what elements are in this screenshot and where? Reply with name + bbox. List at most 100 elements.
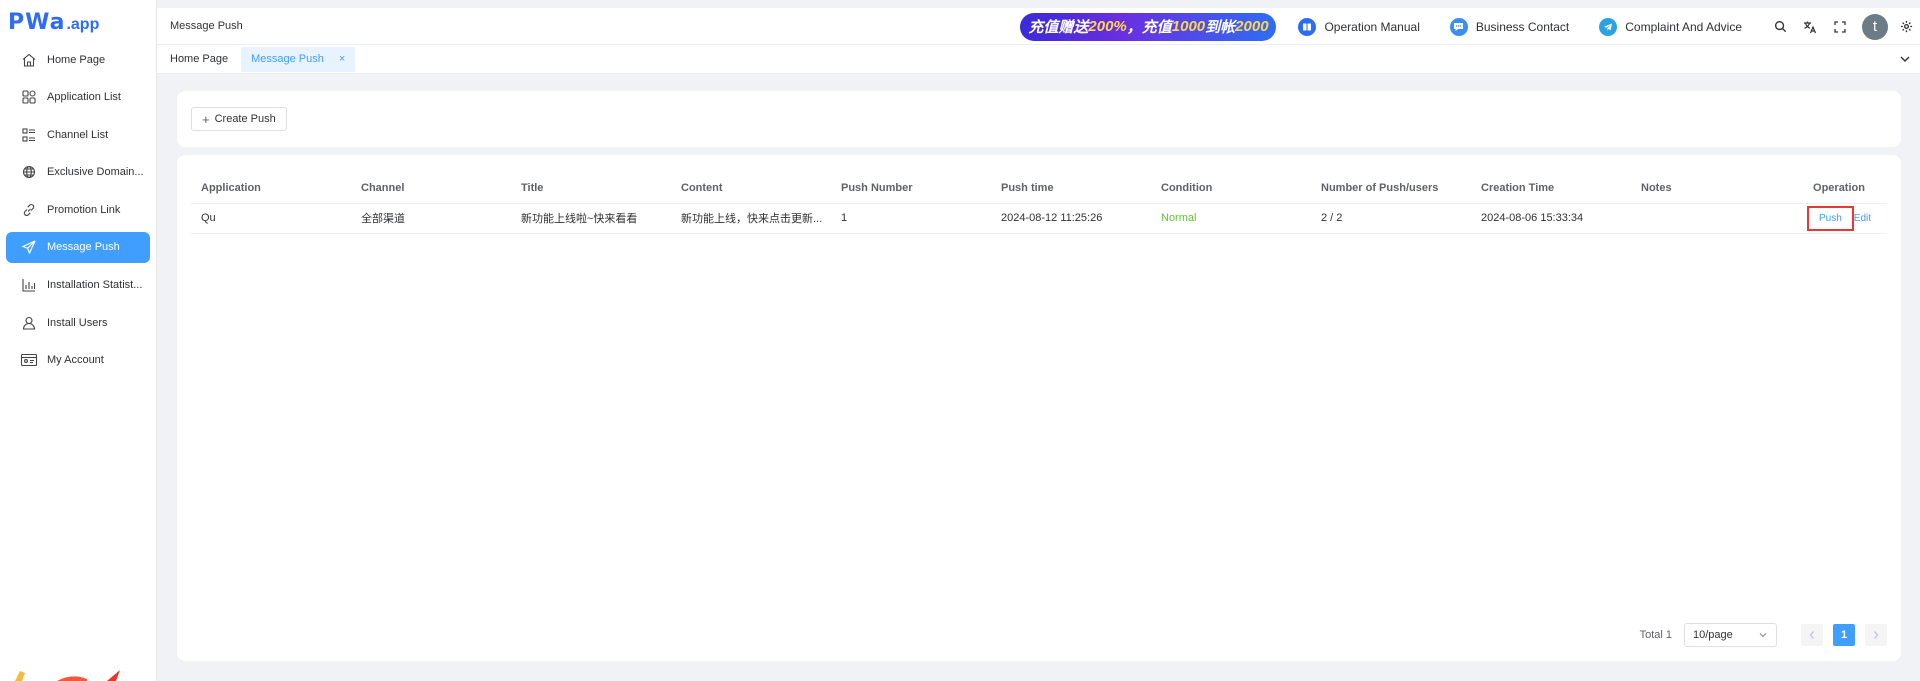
cell-channel: 全部渠道 — [351, 203, 511, 234]
cell-content: 新功能上线，快来点击更新... — [671, 203, 831, 234]
create-push-label: Create Push — [214, 113, 276, 125]
next-page-button[interactable] — [1865, 624, 1887, 646]
tab-label: Home Page — [170, 53, 229, 65]
column-header[interactable]: Application — [191, 173, 351, 204]
column-header[interactable]: Number of Push/users — [1311, 173, 1471, 204]
sidebar-decoration — [15, 670, 120, 681]
banner-text: 到帐 — [1205, 19, 1236, 36]
translate-icon[interactable] — [1802, 19, 1818, 35]
sidebar-item-label: Home Page — [47, 53, 106, 66]
column-header[interactable]: Content — [671, 173, 831, 204]
complaint-advice-link[interactable]: Complaint And Advice — [1599, 17, 1742, 36]
column-header[interactable]: Condition — [1151, 173, 1311, 204]
sidebar-menu: Home Page Application List Channel List … — [0, 44, 156, 376]
column-header[interactable]: Title — [511, 173, 671, 204]
column-header[interactable]: Channel — [351, 173, 511, 204]
promo-banner[interactable]: 充值赠送 200% ，充值 1000 到帐 2000 — [1020, 12, 1277, 41]
gear-icon[interactable] — [1898, 19, 1914, 35]
breadcrumb: Message Push — [170, 20, 243, 32]
cell-creation-time: 2024-08-06 15:33:34 — [1471, 203, 1631, 234]
table-header-row: Application Channel Title Content Push N… — [191, 173, 1887, 204]
avatar[interactable]: t — [1862, 13, 1888, 40]
cell-notes — [1631, 203, 1791, 234]
sidebar-item-application-list[interactable]: Application List — [6, 82, 150, 113]
cell-operation: Push Edit — [1791, 203, 1887, 234]
globe-icon — [20, 163, 38, 181]
close-icon[interactable]: × — [339, 53, 345, 65]
prev-page-button[interactable] — [1801, 624, 1823, 646]
tabs-bar: Home Page Message Push × — [157, 45, 1920, 74]
table-row[interactable]: Qu 全部渠道 新功能上线啦~快来看看 新功能上线，快来点击更新... 1 20… — [191, 203, 1887, 234]
top-right-tools: 充值赠送 200% ，充值 1000 到帐 2000 Operation Manual B… — [1020, 8, 1920, 45]
operation-manual-link[interactable]: Operation Manual — [1298, 17, 1420, 36]
id-card-icon — [20, 351, 38, 369]
edit-button[interactable]: Edit — [1854, 213, 1871, 224]
cell-push-time: 2024-08-12 11:25:26 — [991, 203, 1151, 234]
push-button[interactable]: Push — [1806, 205, 1854, 231]
pagination: Total 1 10/page 1 — [1640, 623, 1887, 647]
chart-icon — [20, 276, 38, 294]
sidebar: PWa .app Home Page Application List Chan… — [0, 0, 157, 681]
cell-push-number: 1 — [831, 203, 991, 234]
telegram-icon — [1599, 17, 1618, 36]
sidebar-item-label: Message Push — [47, 241, 120, 254]
cell-push-users: 2 / 2 — [1311, 203, 1471, 234]
page-number-current[interactable]: 1 — [1833, 624, 1855, 646]
search-icon[interactable] — [1772, 19, 1788, 35]
column-header[interactable]: Push Number — [831, 173, 991, 204]
column-header[interactable]: Push time — [991, 173, 1151, 204]
user-icon — [20, 314, 38, 332]
sidebar-item-label: My Account — [47, 354, 104, 367]
sidebar-item-installation-statistics[interactable]: Installation Statist... — [6, 270, 150, 301]
column-header[interactable]: Creation Time — [1471, 173, 1631, 204]
create-push-button[interactable]: + Create Push — [191, 107, 287, 131]
cell-title: 新功能上线啦~快来看看 — [511, 203, 671, 234]
sidebar-item-label: Installation Statist... — [47, 279, 143, 292]
business-contact-label: Business Contact — [1475, 19, 1570, 34]
app: PWa .app Home Page Application List Chan… — [0, 0, 1920, 681]
cell-application: Qu — [191, 203, 351, 234]
sidebar-item-channel-list[interactable]: Channel List — [6, 119, 150, 150]
banner-text: ，充值 — [1126, 19, 1172, 36]
chat-icon — [1449, 17, 1468, 36]
tab-home-page[interactable]: Home Page — [160, 47, 238, 72]
top-bar: Message Push 充值赠送 200% ，充值 1000 到帐 2000 Opera… — [157, 8, 1920, 45]
banner-highlight: 200% — [1088, 18, 1127, 35]
page-size-select[interactable]: 10/page — [1684, 623, 1777, 647]
banner-text: 充值赠送 — [1028, 19, 1089, 36]
sidebar-item-my-account[interactable]: My Account — [6, 345, 150, 376]
tab-message-push[interactable]: Message Push × — [241, 46, 356, 72]
column-header[interactable]: Notes — [1631, 173, 1791, 204]
sidebar-item-label: Install Users — [47, 316, 108, 329]
page-size-value: 10/page — [1693, 629, 1733, 641]
cell-condition: Normal — [1151, 203, 1311, 234]
link-icon — [20, 201, 38, 219]
sidebar-item-message-push[interactable]: Message Push — [6, 231, 150, 263]
grid-icon — [20, 88, 38, 106]
column-header[interactable]: Operation — [1791, 173, 1887, 204]
chevron-left-icon — [1809, 631, 1814, 639]
sidebar-item-exclusive-domain[interactable]: Exclusive Domain... — [6, 157, 150, 188]
chevron-down-icon[interactable] — [1898, 52, 1912, 66]
tab-label: Message Push — [251, 53, 324, 65]
fullscreen-icon[interactable] — [1832, 19, 1848, 35]
sidebar-item-home[interactable]: Home Page — [6, 44, 150, 75]
table-card: Application Channel Title Content Push N… — [177, 155, 1901, 661]
sidebar-item-install-users[interactable]: Install Users — [6, 307, 150, 338]
send-icon — [20, 238, 38, 256]
banner-highlight: 1000 — [1171, 18, 1206, 35]
sidebar-item-label: Channel List — [47, 128, 109, 141]
business-contact-link[interactable]: Business Contact — [1449, 17, 1570, 36]
list-icon — [20, 126, 38, 144]
toolbar-card: + Create Push — [177, 91, 1901, 147]
push-table: Application Channel Title Content Push N… — [191, 173, 1887, 234]
sidebar-item-label: Promotion Link — [47, 203, 121, 216]
logo-main: PWa — [8, 9, 66, 35]
logo-suffix: .app — [66, 15, 100, 33]
pagination-total: Total 1 — [1639, 629, 1672, 641]
logo[interactable]: PWa .app — [0, 0, 156, 44]
complaint-advice-label: Complaint And Advice — [1625, 19, 1742, 34]
plus-icon: + — [202, 111, 210, 127]
sidebar-item-promotion-link[interactable]: Promotion Link — [6, 194, 150, 225]
book-icon — [1298, 17, 1317, 36]
